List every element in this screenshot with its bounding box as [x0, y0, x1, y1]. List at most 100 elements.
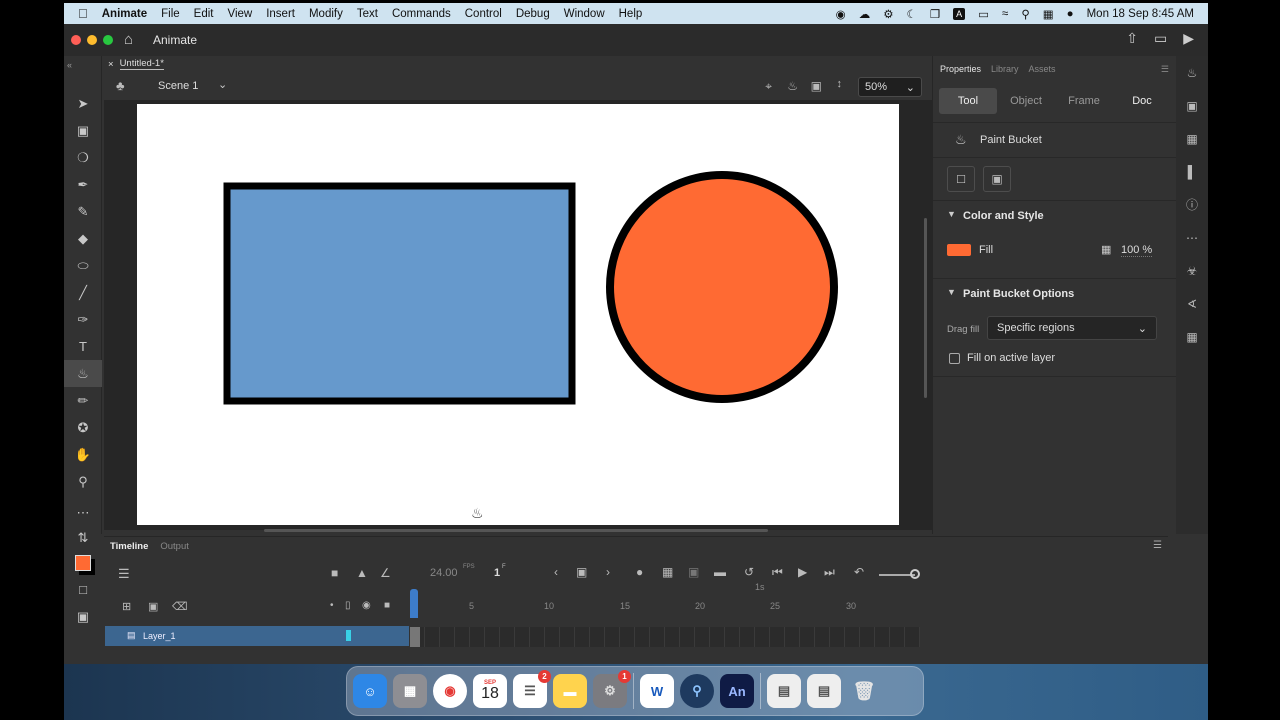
lock-fill-button[interactable]: ▣ [983, 166, 1011, 192]
layer-parenting-icon[interactable]: ▲ [356, 566, 368, 580]
swatches-icon[interactable]: ▦ [1176, 122, 1208, 155]
tab-library[interactable]: Library [991, 64, 1019, 80]
hand-tool-icon[interactable]: ✋ [64, 441, 102, 468]
edit-multiple-frames-icon[interactable]: ▦ [662, 565, 673, 579]
close-window-button[interactable] [71, 35, 81, 45]
object-drawing-icon[interactable]: □ [64, 576, 102, 603]
moon-icon[interactable]: ☾ [907, 7, 917, 21]
menubar-clock[interactable]: Mon 18 Sep 8:45 AM [1087, 8, 1194, 20]
visibility-icon[interactable]: ◉ [362, 600, 371, 611]
chevron-down-icon[interactable]: ▼ [947, 287, 956, 297]
word-icon[interactable]: W [640, 674, 674, 708]
eraser-tool-icon[interactable]: ◆ [64, 225, 102, 252]
blue-rectangle-shape[interactable] [223, 182, 576, 405]
window-icon[interactable]: ❐ [930, 7, 940, 21]
maximize-window-button[interactable] [103, 35, 113, 45]
eyedropper-tool-icon[interactable]: ✏ [64, 387, 102, 414]
subtab-frame[interactable]: Frame [1055, 88, 1113, 114]
highlight-icon[interactable]: • [330, 600, 334, 611]
info-icon[interactable]: ⓘ [1176, 188, 1208, 221]
layers-icon[interactable]: ☰ [118, 566, 130, 582]
menu-text[interactable]: Text [357, 8, 378, 20]
pin-tool-icon[interactable]: ✪ [64, 414, 102, 441]
home-icon[interactable]: ⌂ [124, 31, 133, 48]
panel-menu-icon[interactable]: ☰ [1161, 64, 1177, 80]
fill-swatch-color[interactable] [75, 555, 91, 571]
layer-row[interactable]: ▤ Layer_1 [105, 626, 409, 646]
orange-circle-shape[interactable] [606, 171, 838, 403]
menu-view[interactable]: View [227, 8, 252, 20]
menu-help[interactable]: Help [619, 8, 643, 20]
menu-file[interactable]: File [161, 8, 180, 20]
align-icon[interactable]: ▌ [1176, 155, 1208, 188]
tab-assets[interactable]: Assets [1029, 64, 1056, 80]
menu-debug[interactable]: Debug [516, 8, 550, 20]
spotlight-search-icon[interactable]: ⚲ [1021, 7, 1029, 21]
camera-tool-icon[interactable]: ♨ [787, 79, 798, 93]
center-stage-icon[interactable]: ⌖ [765, 79, 772, 94]
transform-icon[interactable]: ☣ [1176, 254, 1208, 287]
document-thumbnail-icon[interactable]: ▤ [807, 674, 841, 708]
motion-editor-icon[interactable]: ∢ [1176, 287, 1208, 320]
close-doc-icon[interactable]: × [108, 59, 114, 70]
tab-output[interactable]: Output [160, 541, 189, 552]
wifi-icon[interactable]: ≈ [1002, 8, 1008, 20]
code-snippets-icon[interactable]: ▦ [1176, 320, 1208, 353]
zoom-dropdown[interactable]: 50% ⌄ [858, 77, 922, 97]
step-forward-icon[interactable]: ⏭ [824, 565, 835, 580]
brush-tool-icon[interactable]: ✎ [64, 198, 102, 225]
calendar-icon[interactable]: SEP 18 [473, 674, 507, 708]
trash-icon[interactable]: 🗑 [847, 674, 881, 708]
reminders-icon[interactable]: ☰ 2 [513, 670, 551, 708]
animate-dock-icon[interactable]: An [720, 674, 754, 708]
color-panel-icon[interactable]: ▣ [1176, 89, 1208, 122]
slider-handle[interactable] [910, 569, 920, 579]
menu-control[interactable]: Control [465, 8, 502, 20]
motion-presets-icon[interactable]: ♨ [1176, 56, 1208, 89]
chevron-down-icon[interactable]: ▼ [947, 209, 956, 219]
tab-properties[interactable]: Properties [940, 64, 981, 80]
fill-color-swatch[interactable] [947, 244, 971, 256]
keyframe[interactable] [410, 627, 420, 647]
motion-tween-icon[interactable]: ▬ [714, 565, 726, 579]
oval-tool-icon[interactable]: ⬭ [64, 252, 102, 279]
chrome-icon[interactable]: ◉ [433, 674, 467, 708]
edit-symbols-icon[interactable]: ♣ [116, 78, 125, 93]
system-settings-icon[interactable]: ⚙ 1 [593, 670, 631, 708]
menu-insert[interactable]: Insert [266, 8, 295, 20]
selection-tool-icon[interactable]: ➤ [64, 90, 102, 117]
frame-row[interactable] [410, 627, 920, 647]
workspace-icon[interactable]: ▭ [1154, 30, 1167, 47]
more-tools-icon[interactable]: ⋯ [64, 499, 102, 526]
battery-icon[interactable]: ▭ [978, 7, 989, 21]
fluid-brush-tool-icon[interactable]: ✒ [64, 171, 102, 198]
loop-icon[interactable]: ↺ [744, 565, 754, 579]
new-layer-icon[interactable]: ⊞ [122, 600, 131, 613]
document-thumbnail-icon[interactable]: ▤ [767, 674, 801, 708]
siri-icon[interactable]: ● [1067, 8, 1074, 20]
snap-icon[interactable]: ▣ [64, 603, 102, 630]
fill-color-swatch[interactable] [64, 550, 102, 576]
chevron-down-icon[interactable]: ⌄ [218, 78, 227, 91]
previous-keyframe-icon[interactable]: ‹ [554, 565, 558, 579]
menu-modify[interactable]: Modify [309, 8, 343, 20]
object-drawing-mode-button[interactable]: □ [947, 166, 975, 192]
stage[interactable]: ♨ [137, 104, 899, 525]
menu-commands[interactable]: Commands [392, 8, 451, 20]
scene-selector[interactable]: Scene 1 [158, 80, 198, 92]
minimize-window-button[interactable] [87, 35, 97, 45]
stage-canvas[interactable]: ♨ [137, 104, 899, 525]
panel-menu-icon[interactable]: ☰ [1153, 540, 1162, 551]
document-tab[interactable]: × Untitled-1* [108, 56, 194, 72]
paint-bucket-tool-icon[interactable]: ♨ [64, 360, 102, 387]
input-source-icon[interactable]: A [953, 7, 966, 20]
camera-icon[interactable]: ■ [331, 566, 338, 580]
insert-keyframe-icon[interactable]: ▣ [576, 565, 587, 579]
menu-edit[interactable]: Edit [194, 8, 214, 20]
paint-bucket-options-header[interactable]: Paint Bucket Options [963, 288, 1074, 300]
components-icon[interactable]: ⋯ [1176, 221, 1208, 254]
free-transform-tool-icon[interactable]: ▣ [64, 117, 102, 144]
clip-content-icon[interactable]: ▣ [811, 79, 822, 93]
screen-record-icon[interactable]: ◉ [836, 7, 846, 21]
quicktime-icon[interactable]: ⚲ [680, 674, 714, 708]
